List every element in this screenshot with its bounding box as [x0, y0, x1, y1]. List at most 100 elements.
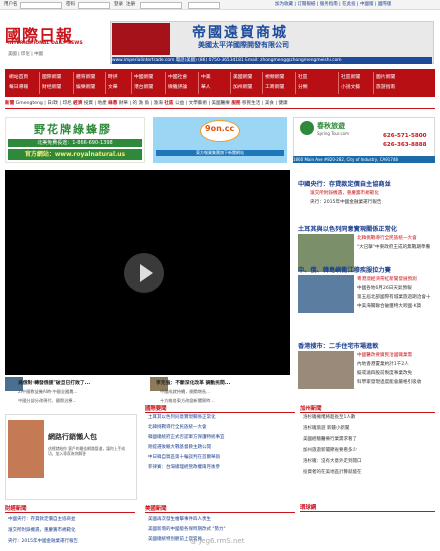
caption-left-sub-2[interactable]: 中國分部分改現代、國際治療... [18, 398, 76, 404]
nav-divider [230, 72, 231, 94]
password-input[interactable] [78, 1, 110, 9]
intl-section-title[interactable]: 國際要聞 [145, 404, 295, 413]
nav-link[interactable]: 每日導報 [9, 83, 28, 90]
nav-divider [39, 72, 40, 94]
news-thumbnail[interactable] [298, 275, 354, 313]
nav-link[interactable]: 網站首頁 [9, 73, 28, 80]
news-list-item[interactable]: 中國央行：存貸款定價自主協商並 [8, 516, 76, 522]
sub-nav: 新聞 Gmengteng | 日/政 | 印尼 經濟 投資 | 地產 綠蓉 財華… [5, 99, 435, 109]
news-list-item[interactable]: 北韓挑戰導行全民族統一大會 [148, 424, 207, 430]
news-list-item[interactable]: 菲律賓：台灣總理經營政權兩月後參 [148, 464, 220, 470]
nav-link[interactable]: 微雜評論 [168, 83, 187, 90]
news-subheadline[interactable]: 北韓挑戰導行全民族統一大會 [357, 235, 417, 241]
nav-link[interactable]: 視頻新聞 [265, 73, 284, 80]
us-section-title[interactable]: 美國新聞 [145, 504, 295, 513]
nav-link[interactable]: 加州新聞 [233, 83, 252, 90]
username-input[interactable] [20, 1, 62, 9]
nav-link[interactable]: 時評 [108, 73, 118, 80]
subnav-news-links[interactable]: Gmengteng | 日/政 | 印尼 [16, 101, 72, 106]
subnav-services-links[interactable]: 移民生活 | 美食 | 健康 [242, 101, 288, 106]
news-list-item[interactable]: 洛杉磯旅遊 新疆小新聞 [303, 425, 349, 431]
nav-link[interactable]: 美國新聞 [233, 73, 252, 80]
nav-link[interactable]: 中國社會 [168, 73, 187, 80]
ca-section-title[interactable]: 加州新聞 [300, 404, 435, 413]
nav-link[interactable]: 中國新聞 [134, 73, 153, 80]
caption-left-sub-1[interactable]: 2I中國教益機AI時·中國全國農... [18, 389, 77, 395]
nav-divider [262, 72, 263, 94]
news-subheadline[interactable]: 第五屆北部國際有城業旅遊期洽會十 [357, 294, 431, 300]
news-headline[interactable]: 香港搜市：二手住宅市場進軟 [298, 341, 378, 350]
marketing-ad-subtitle: 這裡就給你 客戶的最佳網路管道，讓你上手成功，加入專家為你解答 [48, 446, 126, 456]
ad3-brand-en: Spring Tour.com [317, 131, 350, 136]
nav-link[interactable]: 體育新聞 [76, 73, 95, 80]
news-subheadline[interactable]: "大已擊"中東政府王成的無戰期準備 [357, 244, 430, 250]
login-button[interactable]: 登录 [114, 1, 123, 7]
caption-right-title[interactable]: 李克強：不斷深化改革 調動民間... [156, 379, 230, 386]
news-subheadline[interactable]: 內地香港置業約計1千2人 [357, 361, 409, 367]
env-section-title[interactable]: 環球網 [300, 503, 435, 512]
subnav-services-label[interactable]: 服務 [231, 101, 240, 106]
subnav-society-links[interactable]: 公益 | 文學藝術 | 美國醫療 [175, 101, 230, 106]
news-list-item[interactable]: 剛提選後繼大戰基督教主題公開 [148, 444, 211, 450]
nav-link[interactable]: 圖片新聞 [376, 73, 395, 80]
news-list-item[interactable]: 美國再次發生槍擊事件四人喪生 [148, 516, 211, 522]
nav-divider [373, 72, 374, 94]
news-subheadline[interactable]: 擬或滬四股前製度事業改免 [357, 370, 412, 376]
region-links[interactable]: 美國 | 印尼 | 中國 [8, 51, 43, 57]
subnav-economy-label[interactable]: 經濟 [73, 101, 82, 106]
subnav-news-label[interactable]: 新聞 [5, 101, 14, 106]
news-list-item[interactable]: 洛杉磯擁堵將超長至1人數 [303, 414, 355, 420]
news-list-item[interactable]: 美國經驗醫療行業需求看了 [303, 436, 357, 442]
marketing-ad-title: 網路行銷懶人包 [48, 433, 97, 441]
news-headline[interactable]: 中、俄、韓島嶼衝江穆疾服拉力賽 [298, 265, 391, 274]
nav-link[interactable]: 社區 [298, 73, 308, 80]
caption-left-title[interactable]: 烏俄對·轉發俄援"破旦已打敗了... [18, 379, 90, 386]
news-list-item[interactable]: 洛杉磯：沒有大意外走到開口 [303, 458, 362, 464]
news-subheadline[interactable]: 科學家發現過度能會嚴格引吸收 [357, 379, 421, 385]
news-subheadline[interactable]: 中國各地6月26日天氣預報 [357, 285, 412, 291]
news-list-item[interactable]: 韓國總統府正式否認軍方保護特統事宜 [148, 434, 225, 440]
subnav-economy-links[interactable]: 投資 | 地產 [84, 101, 107, 106]
top-right-links[interactable]: 加为收藏 | 订閱報紙 | 服务指南 | 在此投 | 中國版 | 國際版 [275, 1, 391, 7]
news-list-item[interactable]: 滬交所附錄機遇，重慶籌市規範化 [8, 527, 76, 533]
news-list-item[interactable]: 加州旅遊新聞節省要看多少 [303, 447, 357, 453]
news-list-item[interactable]: 投資者的在美地區計算就能在 [303, 469, 362, 475]
news-headline[interactable]: 土耳其與以色列同意實現關係正常化 [298, 224, 397, 233]
nav-link[interactable]: 小說文藝 [341, 83, 360, 90]
search-select[interactable] [188, 1, 220, 9]
search-input[interactable] [140, 1, 182, 9]
nav-link[interactable]: 旅游指南 [376, 83, 395, 90]
news-subheadline[interactable]: 中國醫改要廣民洽國職業需 [357, 352, 412, 358]
nav-divider [73, 72, 74, 94]
caption-right-sub-1[interactable]: 中國成就持續，開關增長... [160, 389, 210, 395]
nav-link[interactable]: 娛樂新聞 [76, 83, 95, 90]
ad3-phone-2: 626-363-8888 [383, 142, 427, 148]
subnav-society-label[interactable]: 社區 [164, 101, 173, 106]
nav-divider [338, 72, 339, 94]
news-thumbnail[interactable] [298, 351, 354, 389]
nav-link[interactable]: 社區新聞 [341, 73, 360, 80]
news-subheadline[interactable]: 滬交所附錄機遇，重慶籌市規範化 [310, 190, 379, 196]
subnav-sports-links[interactable]: 財華 | 的 漁 魚 | 漁海 [119, 101, 163, 106]
nav-link[interactable]: 工商新聞 [265, 83, 284, 90]
nav-link[interactable]: 國際新聞 [42, 73, 61, 80]
watermark: @ Jeg6.rmS.net [190, 537, 245, 545]
news-subheadline[interactable]: 央行：2015年中國金融業運行報告 [310, 199, 381, 205]
nav-link[interactable]: 财经新聞 [42, 83, 61, 90]
nav-link[interactable]: 中美 [201, 73, 211, 80]
news-list-item[interactable]: 中日韓自貿區第十輪談判在首爾舉辦 [148, 454, 220, 460]
nav-link[interactable]: 華人 [201, 83, 211, 90]
register-button[interactable]: 注册 [126, 1, 135, 7]
nav-link[interactable]: 港台新聞 [134, 83, 153, 90]
finance-section-title[interactable]: 財經新聞 [5, 504, 135, 513]
news-list-item[interactable]: 土耳其以色列同意實現關係正常化 [148, 414, 216, 420]
nav-link[interactable]: 文華 [108, 83, 118, 90]
news-subheadline[interactable]: 粵港澳經濟帶紅新聞發展預測 [357, 276, 417, 282]
news-list-item[interactable]: 美國新增的中國版各保時期改式 "勢力" [148, 526, 226, 532]
subnav-sports-label[interactable]: 綠蓉 [108, 101, 117, 106]
news-list-item[interactable]: 央行：2015年中國金融業運行報告 [8, 538, 78, 544]
news-subheadline[interactable]: 中美海關聯合破獲特大跨國·K貨 [357, 303, 421, 309]
nav-link[interactable]: 分類 [298, 83, 308, 90]
news-headline[interactable]: 中國央行：存貸款定價自主協商並 [298, 179, 391, 188]
ad1-website: 官方網站：www.royalnatural.us [8, 149, 142, 160]
